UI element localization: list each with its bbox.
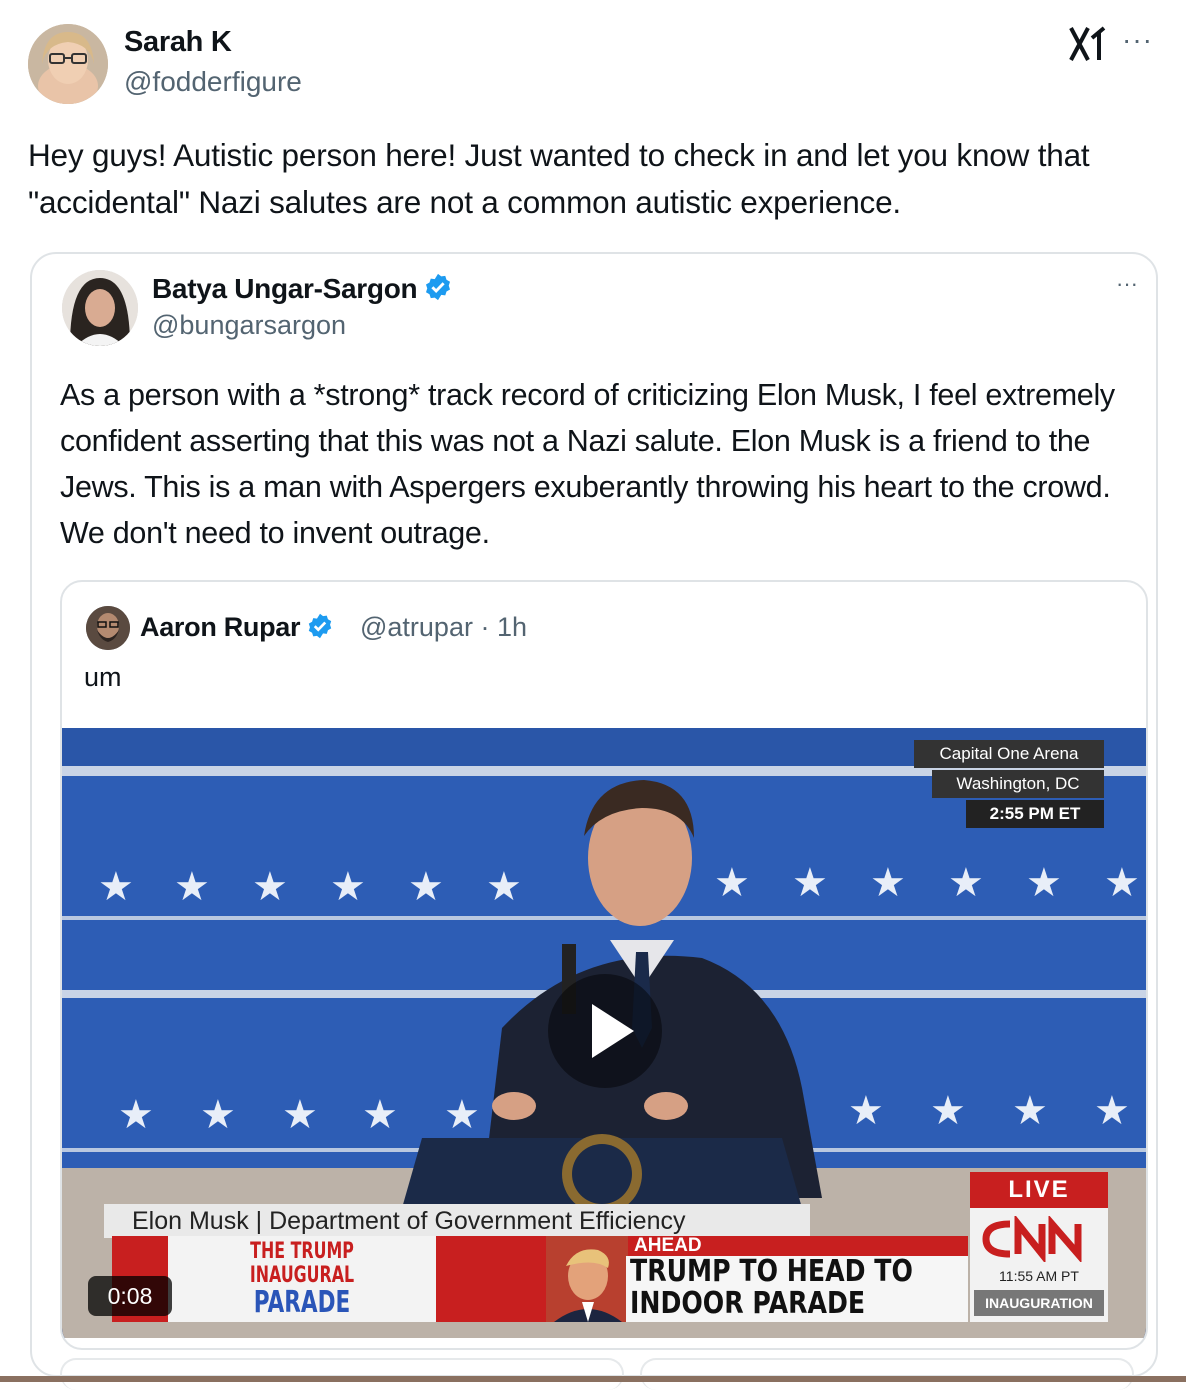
nested-author-name[interactable]: Aaron Rupar [140,612,334,647]
svg-text:★: ★ [848,1088,884,1134]
svg-text:★: ★ [282,1092,318,1138]
svg-text:★: ★ [98,864,134,910]
next-card-stub [640,1358,1134,1390]
quoted-post-card[interactable]: Batya Ungar-Sargon @bungarsargon ··· As … [30,252,1158,1377]
author-handle[interactable]: @fodderfigure [124,66,302,98]
location-label: Capital One Arena [914,740,1104,768]
quoted-author-handle[interactable]: @bungarsargon [152,310,346,341]
svg-text:★: ★ [792,860,828,906]
svg-text:★: ★ [870,860,906,906]
verified-badge-icon [423,272,453,309]
parade-title: THE TRUMP INAUGURAL PARADE [206,1240,399,1318]
quoted-post-text: As a person with a *strong* track record… [60,378,1115,550]
svg-text:★: ★ [252,864,288,910]
svg-text:★: ★ [486,864,522,910]
location-city: Washington, DC [932,770,1104,798]
news-thumbnail [546,1236,628,1322]
ahead-label: AHEAD [634,1235,702,1256]
post-text: Hey guys! Autistic person here! Just wan… [28,137,1090,220]
cnn-logo-icon [980,1214,1098,1264]
quoted-more-options-icon[interactable]: ··· [1116,273,1138,295]
headline: TRUMP TO HEAD TO INDOOR PARADE [630,1256,913,1320]
author-avatar[interactable] [28,24,108,104]
quoted-author-name-text: Batya Ungar-Sargon [152,273,418,304]
headline-line2: INDOOR PARADE [630,1286,866,1321]
network-tag: INAUGURATION [974,1290,1104,1316]
video-player[interactable]: ★ ★ ★ ★ ★ ★ ★ ★ ★ ★ ★ ★ ★ ★ ★ ★ ★ ★ ★ ★ ★ Capital One Ar [62,728,1146,1338]
play-button[interactable] [548,974,662,1088]
svg-text:★: ★ [118,1092,154,1138]
next-card-stub [60,1358,624,1390]
more-options-icon[interactable]: ··· [1122,26,1153,54]
network-time: 11:55 AM PT [999,1268,1079,1284]
live-badge: LIVE [970,1172,1108,1208]
svg-text:★: ★ [714,860,750,906]
x-logo-icon[interactable] [1068,26,1106,62]
svg-text:★: ★ [362,1092,398,1138]
video-timestamp: 0:08 [88,1276,172,1316]
svg-text:★: ★ [1104,860,1140,906]
bottom-divider [0,1376,1186,1382]
author-name[interactable]: Sarah K [124,26,232,59]
headline-line1: TRUMP TO HEAD TO [630,1254,913,1289]
svg-text:★: ★ [1026,860,1062,906]
parade-graphic: THE TRUMP INAUGURAL PARADE [168,1236,436,1322]
parade-line3: PARADE [253,1285,351,1320]
svg-text:★: ★ [444,1092,480,1138]
nested-author-name-text: Aaron Rupar [140,612,301,642]
svg-text:★: ★ [408,864,444,910]
play-icon [592,1004,634,1058]
verified-badge-icon [306,612,334,647]
nested-author-avatar[interactable] [86,606,130,650]
svg-text:★: ★ [930,1088,966,1134]
nested-quoted-post-card[interactable]: Aaron Rupar @atrupar · 1h um ★ ★ ★ ★ ★ ★ ★ ★ ★ ★… [60,580,1148,1350]
svg-text:★: ★ [1012,1088,1048,1134]
location-time: 2:55 PM ET [966,800,1104,828]
quoted-author-avatar[interactable] [62,270,138,346]
svg-text:★: ★ [1094,1088,1130,1134]
svg-text:★: ★ [330,864,366,910]
svg-text:★: ★ [948,860,984,906]
svg-text:★: ★ [174,864,210,910]
chyron-name: Elon Musk | Department of Government Eff… [104,1204,810,1238]
parade-line1: THE TRUMP [250,1239,354,1264]
svg-text:★: ★ [200,1092,236,1138]
quoted-author-name[interactable]: Batya Ungar-Sargon [152,272,453,309]
nested-author-handle-time[interactable]: @atrupar · 1h [360,612,527,643]
nested-post-text: um [84,662,122,692]
